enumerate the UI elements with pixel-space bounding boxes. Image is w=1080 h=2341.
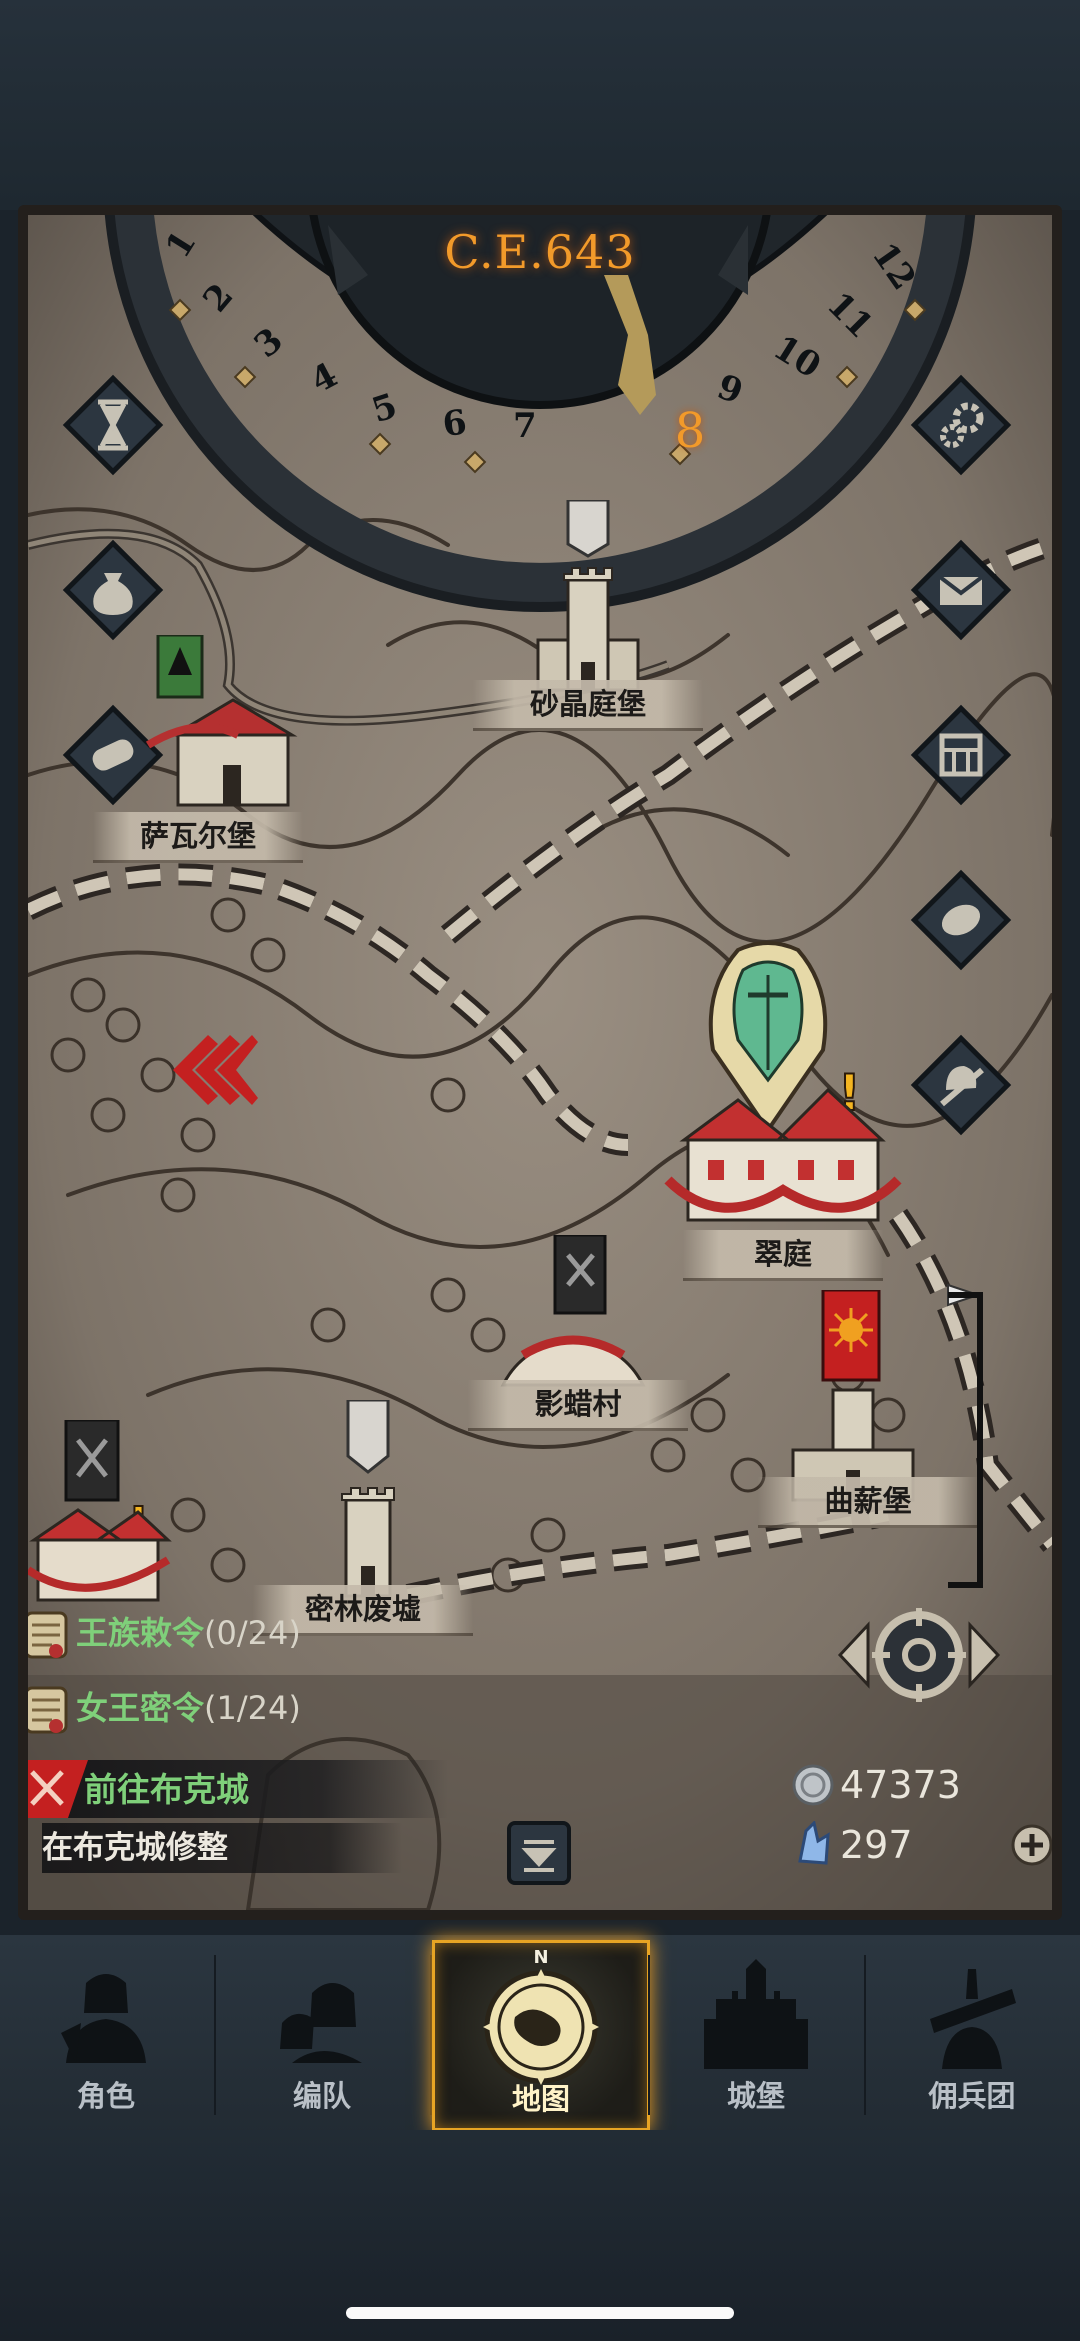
hourglass-icon — [62, 374, 164, 476]
world-map[interactable]: 1 2 3 4 5 6 7 9 10 11 12 C.E.643 8 砂晶庭堡 … — [28, 215, 1052, 1910]
helmet-group-icon — [280, 1983, 362, 2063]
village-west-icon[interactable]: ! — [28, 1420, 188, 1610]
tab-formation[interactable]: 编队 — [216, 1945, 428, 2125]
secret-order-scroll-icon — [28, 1686, 68, 1734]
calendar-year: C.E.643 — [444, 225, 636, 279]
inventory-button[interactable] — [906, 700, 1016, 810]
task-subtitle: 在布克城修整 — [42, 1823, 402, 1873]
quest-count: (1/24) — [204, 1689, 301, 1727]
tab-mercenaries[interactable]: 佣兵团 — [866, 1945, 1078, 2125]
home-indicator[interactable] — [346, 2307, 734, 2319]
task-title[interactable]: 前往布克城 — [84, 1763, 249, 1811]
compass-north-label: N — [533, 1947, 549, 1968]
add-crystal-button[interactable] — [1010, 1823, 1052, 1867]
location-label-cuiting: 翠庭 — [683, 1230, 883, 1281]
location-label-sawaer: 萨瓦尔堡 — [93, 812, 303, 863]
coin-button[interactable] — [906, 865, 1016, 975]
quest-queen-order[interactable]: 女王密令(1/24) — [76, 1685, 301, 1731]
crystal-icon — [798, 1821, 830, 1865]
tab-character[interactable]: 角色 — [0, 1945, 212, 2125]
compass-map-icon — [483, 1969, 599, 2085]
silver-coin-icon — [792, 1764, 834, 1806]
tab-castle[interactable]: 城堡 — [650, 1945, 862, 2125]
tab-label: 佣兵团 — [928, 2079, 1016, 2113]
location-label-shajing: 砂晶庭堡 — [473, 680, 703, 731]
status-bar-area — [0, 0, 1080, 210]
castle-sawaer-icon[interactable] — [138, 635, 308, 835]
castle-icon — [704, 1959, 808, 2069]
tab-label: 城堡 — [726, 2079, 785, 2113]
settings-button[interactable] — [906, 370, 1016, 480]
quest-royal-decree[interactable]: 王族敕令(0/24) — [76, 1610, 301, 1656]
decree-scroll-icon — [28, 1611, 68, 1659]
quest-count: (0/24) — [204, 1614, 301, 1652]
quest-name: 女王密令 — [76, 1689, 205, 1727]
mail-button[interactable] — [906, 535, 1016, 645]
calendar-current-month: 8 — [674, 403, 706, 459]
quest-name: 王族敕令 — [76, 1614, 205, 1652]
money-bag-button[interactable] — [58, 535, 168, 645]
collapse-panel-button[interactable] — [506, 1820, 572, 1886]
route-progress-bracket — [947, 1283, 983, 1588]
tab-map[interactable]: N 地图 — [432, 1940, 650, 2131]
gear-icon — [910, 374, 1012, 476]
tab-label: 角色 — [76, 2079, 135, 2113]
castle-quxin-icon[interactable] — [788, 1290, 928, 1505]
location-label-yingla: 影蜡村 — [468, 1380, 688, 1431]
tab-label: 编队 — [292, 2079, 351, 2113]
silver-amount: 47373 — [840, 1763, 961, 1807]
envelope-icon — [910, 539, 1012, 641]
money-bag-icon — [62, 539, 164, 641]
go-west-arrow-icon[interactable] — [168, 1030, 258, 1110]
crossed-swords-icon — [28, 1760, 88, 1818]
hourglass-button[interactable] — [58, 370, 168, 480]
ruins-milin-icon[interactable] — [308, 1400, 428, 1600]
svg-text:7: 7 — [513, 406, 537, 446]
mercenary-button[interactable] — [906, 1030, 1016, 1140]
mercenary-icon — [930, 1969, 1016, 2069]
helmet-sword-icon — [910, 1034, 1012, 1136]
knight-icon — [61, 1974, 146, 2063]
coin-icon — [910, 869, 1012, 971]
tab-label: 地图 — [511, 2082, 570, 2116]
player-location-marker[interactable]: ! — [658, 940, 908, 1240]
recenter-map-button[interactable] — [834, 1600, 1004, 1710]
crystal-amount: 297 — [840, 1823, 913, 1867]
castle-shajing-icon[interactable] — [528, 500, 648, 700]
chest-icon — [910, 704, 1012, 806]
